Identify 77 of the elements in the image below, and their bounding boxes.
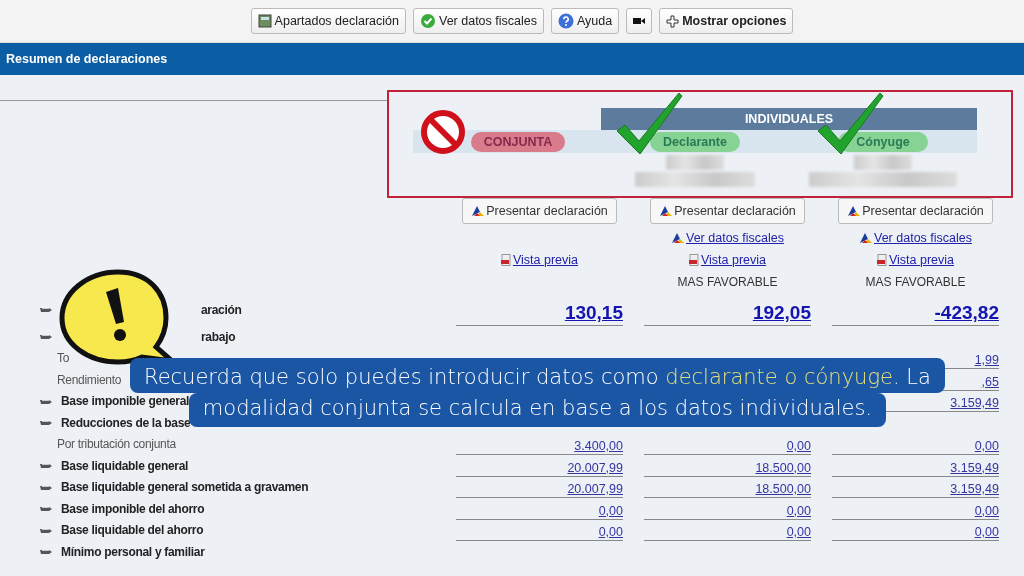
amount-link[interactable]: 0,00: [598, 503, 623, 519]
amount-link[interactable]: 3.159,49: [950, 460, 999, 476]
result-amount[interactable]: 192,05: [752, 302, 811, 325]
amount-link[interactable]: 1,99: [974, 353, 999, 368]
hand-pointer-icon: [40, 419, 53, 427]
toolbar-button[interactable]: Ayuda: [550, 8, 620, 34]
amount-link[interactable]: 20.007,99: [567, 482, 623, 497]
submit-button[interactable]: Presentar declaración: [650, 198, 805, 224]
agency-logo-icon: [471, 205, 486, 217]
agency-logo-icon: [659, 205, 674, 217]
preview-link[interactable]: Vista previa: [500, 253, 579, 267]
preview-link[interactable]: Vista previa: [688, 253, 767, 267]
amount-link[interactable]: 3.159,49: [950, 396, 999, 411]
favorable-note: MAS FAVORABLE: [865, 275, 966, 289]
hand-pointer-icon: [40, 462, 53, 470]
hand-pointer-icon: [40, 548, 53, 556]
submit-button[interactable]: Presentar declaración: [838, 198, 993, 224]
amount-link[interactable]: 3.159,49: [950, 482, 999, 497]
amount-link[interactable]: 0,00: [786, 525, 811, 540]
row-label: To: [57, 351, 70, 366]
mode-label: CONJUNTA: [471, 131, 565, 152]
fiscal-data-link[interactable]: Ver datos fiscales: [671, 231, 784, 245]
calculator-icon: [257, 14, 272, 28]
prohibited-icon: [420, 108, 466, 155]
amount-link[interactable]: 18.500,00: [755, 482, 811, 497]
row-label: rabajo: [201, 329, 236, 344]
hand-pointer-icon: [40, 333, 53, 341]
amount-link[interactable]: 0,00: [786, 503, 811, 519]
amount-link[interactable]: 0,00: [974, 439, 999, 454]
toolbar-button[interactable]: Mostrar opciones: [659, 8, 794, 34]
result-amount[interactable]: 130,15: [564, 302, 623, 325]
row-label: Por tributación conjunta: [57, 437, 176, 452]
section-title: Resumen de declaraciones: [0, 43, 1024, 75]
preview-link[interactable]: Vista previa: [876, 253, 955, 267]
hand-pointer-icon: [40, 397, 53, 405]
fiscal-data-link[interactable]: Ver datos fiscales: [859, 231, 972, 245]
mode-label: Declarante: [650, 131, 740, 152]
amount-link[interactable]: 18.500,00: [755, 460, 811, 476]
agency-logo-icon: [847, 205, 862, 217]
check-circle-icon: [420, 13, 436, 29]
redacted-text: [854, 155, 912, 170]
row-label: Base liquidable general sometida a gravamen: [61, 480, 309, 495]
row-label: Mínimo personal y familiar: [61, 544, 205, 559]
amount-link[interactable]: 0,00: [974, 525, 999, 540]
hand-pointer-icon: [40, 483, 53, 491]
row-label: Base imponible del ahorro: [61, 501, 205, 516]
row-label: Rendimiento: [57, 372, 122, 387]
row-label: aración: [201, 302, 242, 317]
hand-pointer-icon: [40, 306, 53, 313]
redacted-text: [666, 155, 724, 170]
amount-link[interactable]: ,65: [981, 374, 999, 390]
result-amount[interactable]: -423,82: [934, 302, 999, 325]
agency-logo-icon: [671, 232, 685, 244]
pdf-file-icon: [500, 254, 512, 266]
hand-pointer-icon: [40, 526, 53, 534]
video-camera-icon: [633, 16, 646, 26]
amount-link[interactable]: 0,00: [598, 525, 623, 540]
toolbar-button[interactable]: Ver datos fiscales: [413, 8, 544, 34]
group-header: INDIVIDUALES: [601, 108, 977, 130]
help-icon: [557, 13, 574, 29]
pdf-file-icon: [688, 254, 700, 266]
hand-pointer-icon: [40, 505, 53, 513]
amount-link[interactable]: 20.007,99: [567, 460, 623, 476]
row-label: Reducciones de la base: [61, 415, 191, 430]
toolbar-button[interactable]: Apartados declaración: [250, 8, 406, 34]
row-label: Base liquidable del ahorro: [61, 523, 204, 538]
row-label: Base liquidable general: [61, 458, 189, 473]
amount-link[interactable]: 0,00: [786, 439, 811, 454]
move-icon: [666, 14, 680, 28]
agency-logo-icon: [859, 232, 873, 244]
favorable-note: MAS FAVORABLE: [677, 275, 778, 289]
pdf-file-icon: [876, 254, 888, 266]
submit-button[interactable]: Presentar declaración: [462, 198, 617, 224]
amount-link[interactable]: 0,00: [974, 503, 999, 519]
toolbar-button[interactable]: [626, 8, 653, 34]
row-label: Base imponible general: [61, 394, 190, 409]
amount-link[interactable]: 3.400,00: [574, 439, 623, 454]
